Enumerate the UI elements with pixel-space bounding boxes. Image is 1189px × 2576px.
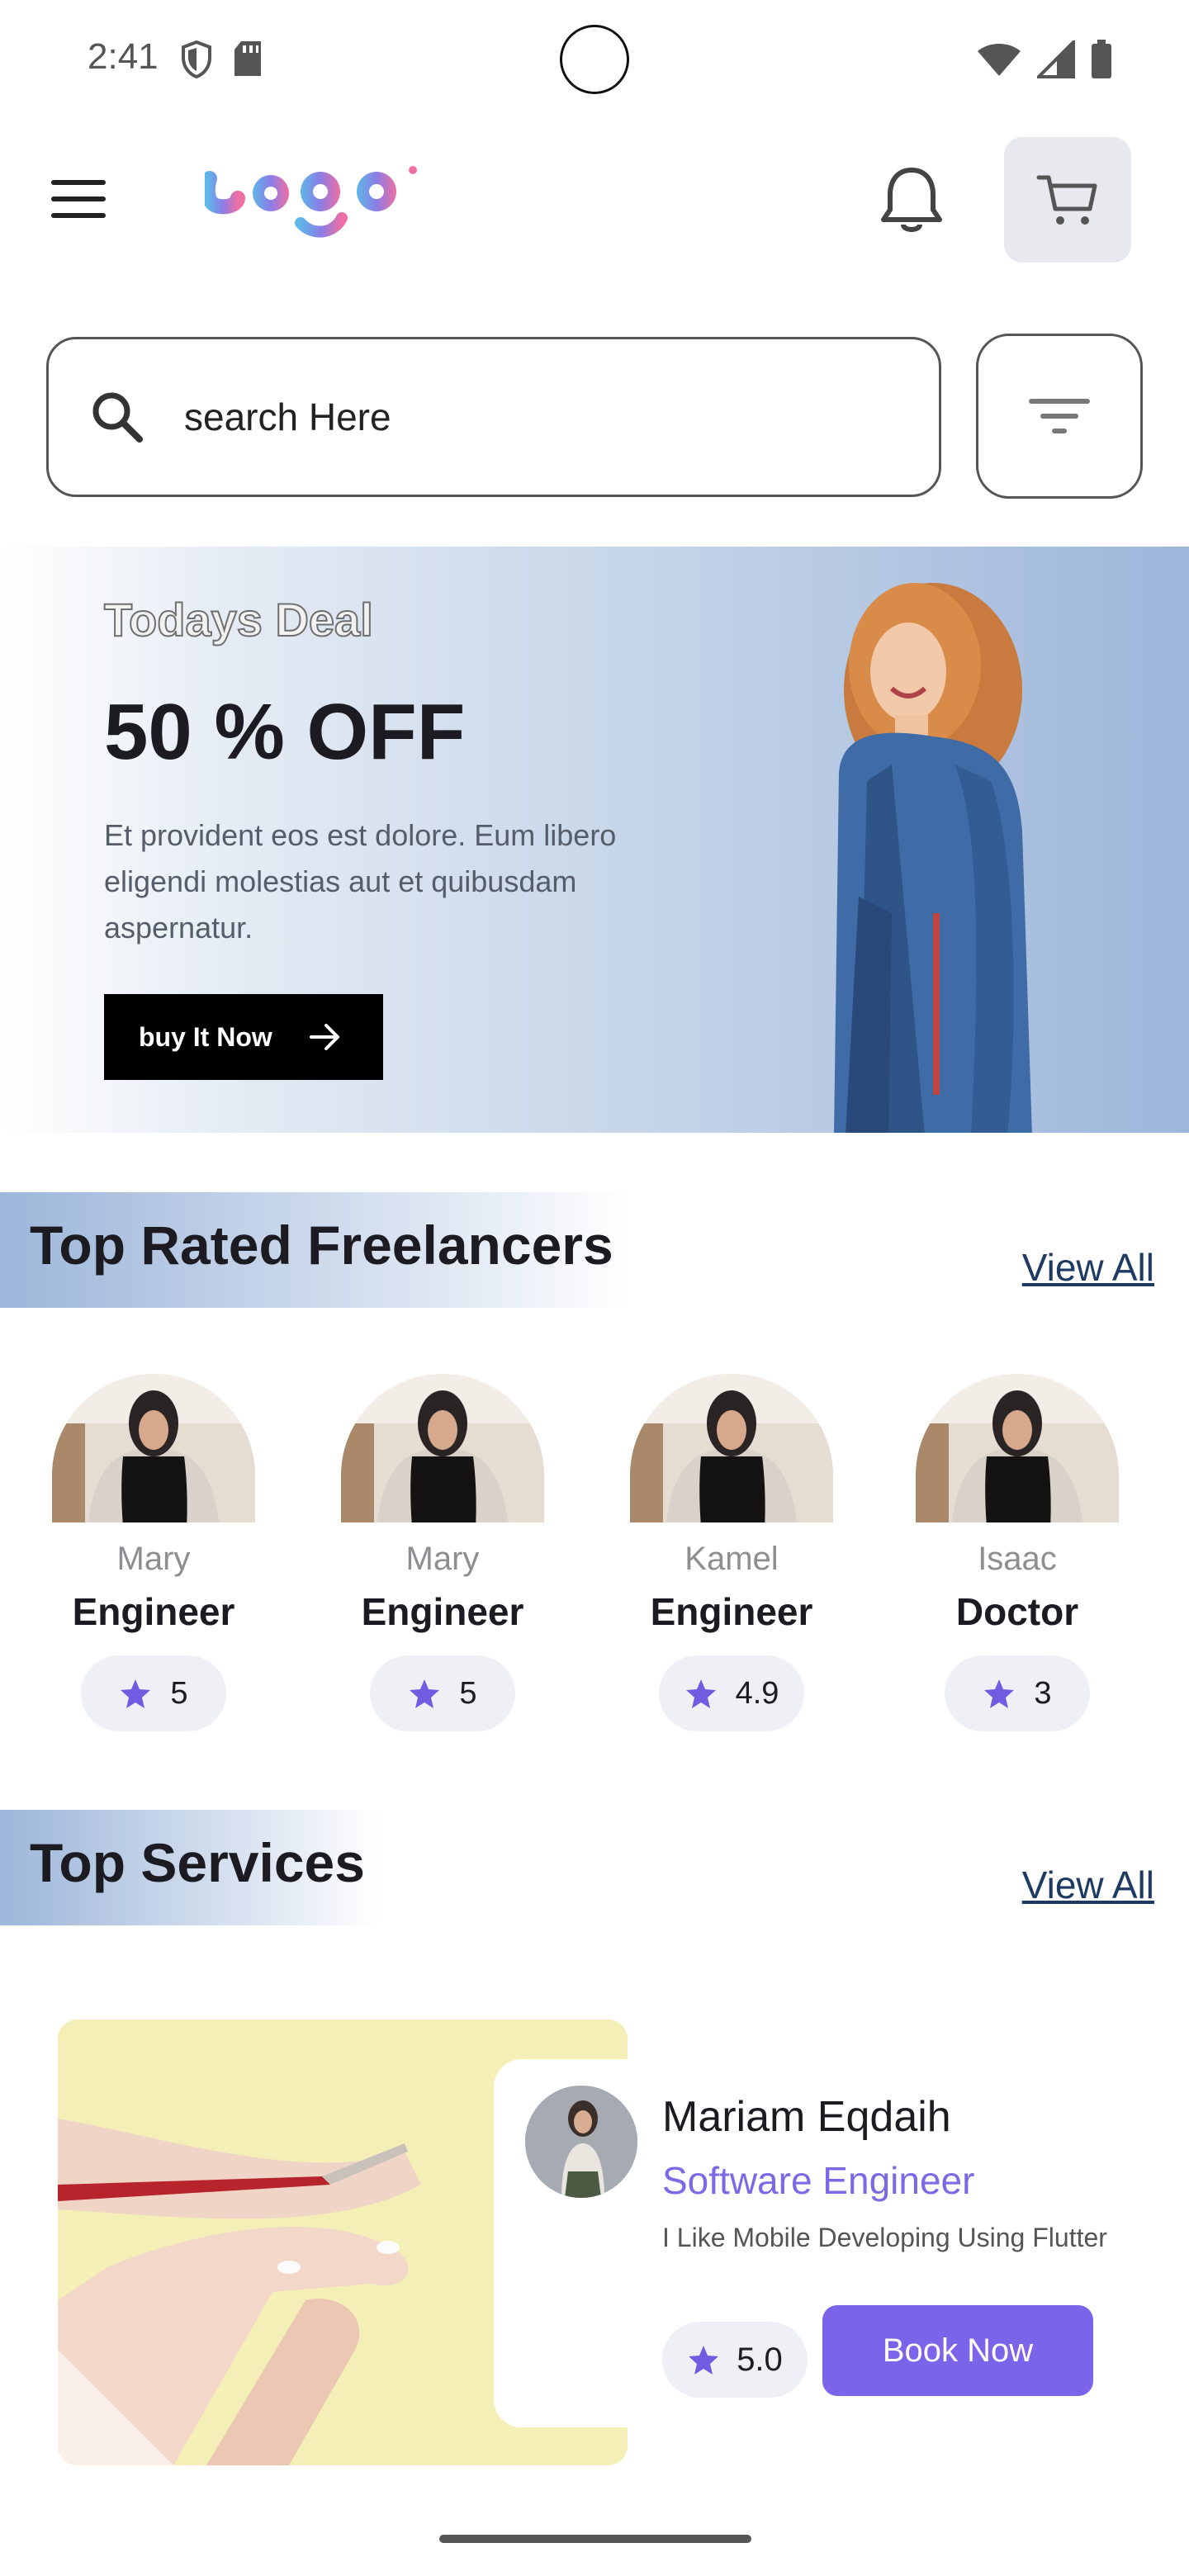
- buy-now-label: buy It Now: [139, 1021, 272, 1052]
- freelancer-card[interactable]: Mary Engineer 5: [46, 1374, 261, 1737]
- status-left-icons: [180, 40, 264, 79]
- arrow-right-icon: [309, 1024, 339, 1050]
- menu-bar: [51, 180, 106, 185]
- rating-badge: 5: [81, 1655, 226, 1731]
- provider-name: Mariam Eqdaih: [662, 2093, 951, 2141]
- search-icon: [92, 392, 143, 443]
- freelancers-view-all-link[interactable]: View All: [1022, 1245, 1154, 1290]
- top-services-header: Top Services View All: [0, 1810, 1189, 1925]
- freelancer-photo: [630, 1374, 833, 1522]
- sd-card-icon: [234, 41, 261, 76]
- todays-deal-banner: Todays Deal 50 % OFF Et provident eos es…: [0, 547, 1189, 1133]
- top-freelancers-header: Top Rated Freelancers View All: [0, 1192, 1189, 1308]
- service-rating-badge: 5.0: [662, 2322, 808, 2398]
- filter-button[interactable]: [976, 334, 1143, 499]
- service-card[interactable]: Mariam Eqdaih Software Engineer I Like M…: [58, 2020, 1131, 2465]
- freelancer-card[interactable]: Mary Engineer 5: [335, 1374, 550, 1737]
- avatar: [341, 1374, 544, 1522]
- bell-icon: [881, 168, 942, 232]
- rating-value: 3: [1034, 1675, 1052, 1711]
- star-icon: [685, 1679, 716, 1708]
- freelancer-name: Mary: [405, 1541, 480, 1577]
- camera-cutout: [560, 25, 629, 94]
- menu-bar: [51, 213, 106, 218]
- home-indicator[interactable]: [439, 2535, 751, 2543]
- star-icon: [121, 1679, 151, 1708]
- deal-title: 50 % OFF: [104, 688, 466, 776]
- rating-value: 5: [459, 1675, 477, 1711]
- battery-icon: [1092, 40, 1111, 78]
- freelancer-photo: [341, 1374, 544, 1522]
- rating-value: 4.9: [735, 1675, 779, 1711]
- book-now-button[interactable]: Book Now: [822, 2305, 1093, 2396]
- freelancer-role: Engineer: [72, 1590, 235, 1633]
- freelancer-card[interactable]: Isaac Doctor 3: [910, 1374, 1125, 1737]
- notifications-button[interactable]: [879, 165, 945, 236]
- avatar: [916, 1374, 1119, 1522]
- freelancer-role: Engineer: [361, 1590, 524, 1633]
- star-icon: [984, 1679, 1015, 1708]
- freelancer-list: Mary Engineer 5 Mary Engineer 5 Kamel En…: [0, 1374, 1189, 1754]
- freelancer-name: Isaac: [978, 1541, 1057, 1577]
- avatar: [630, 1374, 833, 1522]
- search-field[interactable]: [46, 337, 941, 497]
- rating-value: 5: [170, 1675, 188, 1711]
- deal-description: Et provident eos est dolore. Eum libero …: [104, 818, 617, 945]
- search-input[interactable]: [184, 395, 845, 439]
- provider-avatar: [525, 2086, 637, 2198]
- rating-badge: 4.9: [659, 1655, 804, 1731]
- status-time: 2:41: [88, 36, 159, 77]
- menu-button[interactable]: [51, 177, 106, 221]
- provider-role: Software Engineer: [662, 2159, 975, 2202]
- star-icon: [410, 1679, 440, 1708]
- freelancer-photo: [916, 1374, 1119, 1522]
- menu-bar: [51, 197, 106, 201]
- freelancer-role: Engineer: [650, 1590, 813, 1633]
- freelancer-name: Kamel: [685, 1541, 779, 1577]
- app-logo: [205, 166, 417, 238]
- service-rating-value: 5.0: [737, 2341, 783, 2378]
- filter-icon: [1029, 399, 1090, 433]
- freelancer-photo: [52, 1374, 255, 1522]
- rating-badge: 3: [945, 1655, 1090, 1731]
- freelancer-name: Mary: [116, 1541, 191, 1577]
- status-bar: 2:41: [0, 0, 1189, 116]
- freelancer-card[interactable]: Kamel Engineer 4.9: [624, 1374, 839, 1737]
- deal-model-image: [834, 583, 1032, 1133]
- shield-icon: [182, 40, 211, 79]
- deal-tag: Todays Deal: [103, 593, 374, 646]
- provider-bio: I Like Mobile Developing Using Flutter: [662, 2223, 1107, 2252]
- cart-icon: [1036, 175, 1097, 225]
- rating-badge: 5: [370, 1655, 515, 1731]
- avatar: [52, 1374, 255, 1522]
- star-icon: [689, 2346, 719, 2375]
- provider-photo: [525, 2086, 637, 2198]
- buy-now-button[interactable]: buy It Now: [104, 994, 383, 1080]
- cart-button[interactable]: [1004, 137, 1131, 263]
- top-freelancers-title: Top Rated Freelancers: [30, 1215, 613, 1276]
- wifi-icon: [978, 44, 1021, 76]
- cellular-signal-icon: [1037, 40, 1075, 78]
- status-right-icons: [976, 40, 1113, 79]
- freelancer-role: Doctor: [955, 1590, 1079, 1633]
- services-view-all-link[interactable]: View All: [1022, 1863, 1154, 1907]
- top-services-title: Top Services: [30, 1832, 365, 1893]
